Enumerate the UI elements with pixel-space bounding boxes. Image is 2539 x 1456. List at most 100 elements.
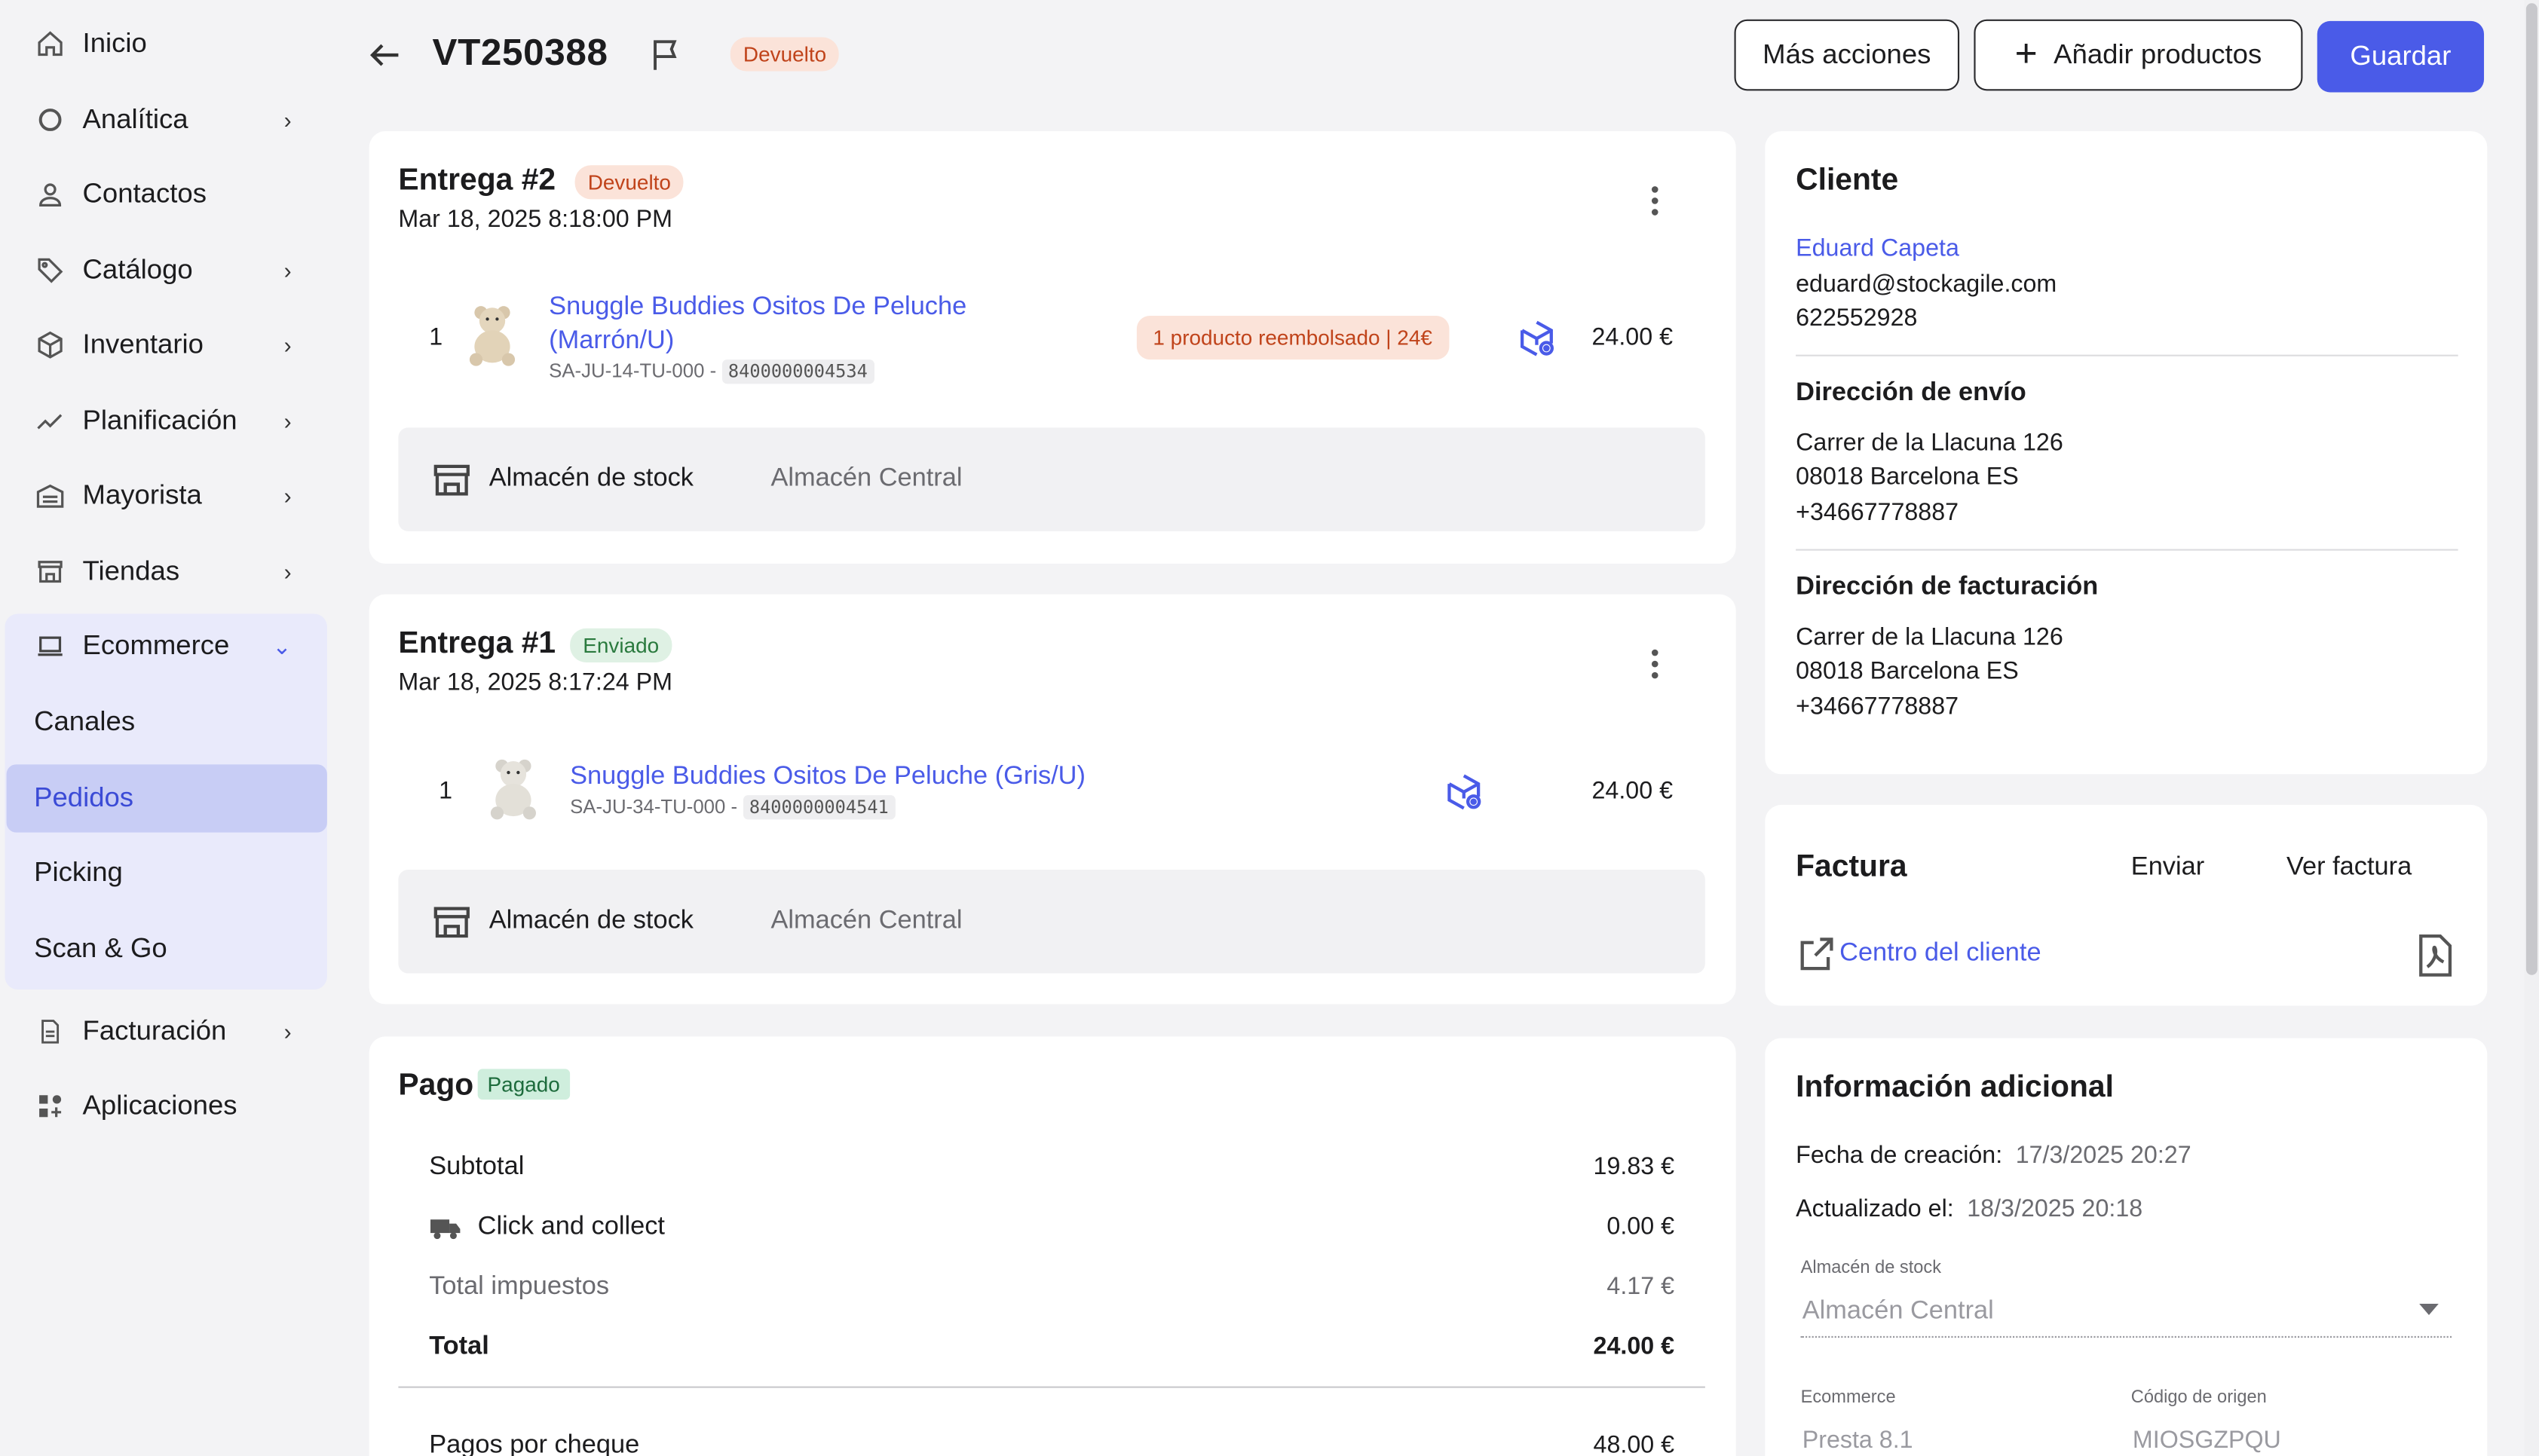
product-sku: SA-JU-14-TU-000 - 8400000004534 (549, 359, 874, 384)
laptop-icon (34, 630, 66, 662)
sidebar-item-catalogo[interactable]: Catálogo › (7, 237, 327, 304)
sidebar-item-contactos[interactable]: Contactos (7, 161, 327, 228)
sidebar-item-label: Inicio (82, 27, 147, 59)
client-title: Cliente (1796, 164, 1899, 198)
invoice-title: Factura (1796, 850, 1907, 885)
shipping-label-group: Click and collect (429, 1213, 665, 1243)
pdf-icon[interactable] (2418, 934, 2453, 977)
product-link[interactable]: Snuggle Buddies Ositos De Peluche (Gris/… (570, 760, 1086, 794)
chevron-right-icon: › (283, 257, 292, 284)
total-row: Total 24.00 € (429, 1333, 1674, 1363)
client-email: eduard@stockagile.com (1796, 270, 2057, 298)
delivery-status-badge: Devuelto (574, 165, 685, 200)
sidebar-item-facturacion[interactable]: Facturación › (7, 998, 327, 1066)
chevron-right-icon: › (283, 482, 292, 509)
store-icon (34, 555, 66, 588)
sidebar-subitem-picking[interactable]: Picking (7, 839, 327, 907)
stock-select[interactable]: Almacén Central (1802, 1297, 1994, 1326)
scrollbar-thumb[interactable] (2525, 3, 2537, 975)
sidebar-item-label: Aplicaciones (82, 1090, 237, 1121)
sidebar-subitem-scan-go[interactable]: Scan & Go (7, 915, 327, 983)
package-tracking-icon[interactable] (1518, 319, 1557, 358)
shipping-address-line: 08018 Barcelona ES (1796, 463, 2019, 491)
more-actions-button[interactable]: Más acciones (1734, 19, 1960, 91)
item-quantity: 1 (439, 777, 453, 806)
sidebar-item-label: Contactos (82, 178, 207, 210)
customer-center-link[interactable]: Centro del cliente (1797, 934, 2041, 974)
sidebar-item-ecommerce[interactable]: Ecommerce ⌄ (7, 612, 327, 680)
customer-center-label: Centro del cliente (1839, 939, 2041, 967)
payment-title: Pago (398, 1069, 474, 1103)
product-name-line1: Snuggle Buddies Ositos De Peluche (549, 292, 967, 321)
sidebar-item-tiendas[interactable]: Tiendas › (7, 537, 327, 605)
sidebar-item-label: Catálogo (82, 254, 193, 286)
divider (1796, 549, 2458, 551)
view-invoice-button[interactable]: Ver factura (2286, 854, 2412, 883)
billing-address-line: +34667778887 (1796, 693, 1959, 721)
client-name-link[interactable]: Eduard Capeta (1796, 235, 1959, 263)
shipping-value: 0.00 € (1606, 1213, 1675, 1241)
sidebar-subitem-canales[interactable]: Canales (7, 688, 327, 756)
product-name-line2: (Marrón/U) (549, 327, 675, 355)
add-products-button[interactable]: + Añadir productos (1974, 19, 2303, 91)
sidebar-item-mayorista[interactable]: Mayorista › (7, 461, 327, 529)
ean-code: 8400000004534 (721, 359, 874, 384)
ecommerce-field-label: Ecommerce (1800, 1387, 1896, 1408)
store-icon (433, 464, 470, 496)
add-products-label: Añadir productos (2054, 38, 2262, 70)
warehouse-icon (34, 479, 66, 512)
flag-icon[interactable] (648, 35, 683, 75)
dropdown-arrow-icon[interactable] (2419, 1303, 2439, 1317)
chevron-right-icon: › (283, 408, 292, 434)
tag-icon (34, 254, 66, 286)
sidebar-item-aplicaciones[interactable]: Aplicaciones (7, 1072, 327, 1140)
order-status-badge: Devuelto (730, 37, 840, 72)
tax-row: Total impuestos 4.17 € (429, 1273, 1674, 1302)
kebab-menu-icon[interactable] (1650, 649, 1660, 685)
teddy-bear-thumbnail (477, 751, 550, 823)
chevron-right-icon: › (283, 1018, 292, 1045)
chart-pie-icon (34, 104, 66, 136)
sidebar-item-label: Analítica (82, 103, 188, 135)
sku-code: SA-JU-14-TU-000 - (549, 359, 722, 383)
subtotal-value: 19.83 € (1593, 1153, 1675, 1181)
scrollbar[interactable] (2524, 0, 2539, 1456)
sidebar-subitem-pedidos[interactable]: Pedidos (6, 764, 327, 833)
plus-icon: + (2014, 32, 2038, 77)
cheque-label: Pagos por cheque (429, 1431, 640, 1456)
chevron-right-icon: › (283, 106, 292, 133)
total-label: Total (429, 1332, 489, 1361)
save-button[interactable]: Guardar (2317, 20, 2485, 93)
origin-field-label: Código de origen (2130, 1387, 2267, 1408)
sidebar-item-inventario[interactable]: Inventario › (7, 311, 327, 379)
item-quantity: 1 (429, 323, 443, 352)
billing-address-line: Carrer de la Llacuna 126 (1796, 623, 2063, 651)
refund-badge: 1 producto reembolsado | 24€ (1136, 316, 1449, 360)
payment-status-badge: Pagado (477, 1069, 570, 1100)
external-link-icon (1800, 938, 1833, 971)
sidebar-item-analitica[interactable]: Analítica › (7, 86, 327, 154)
sidebar-item-inicio[interactable]: Inicio (7, 10, 327, 78)
ecommerce-value: Presta 8.1 (1802, 1427, 1913, 1454)
apps-icon (34, 1090, 66, 1122)
warehouse-label: Almacén de stock (489, 464, 694, 493)
sidebar-item-label: Inventario (82, 329, 204, 360)
shipping-address-line: Carrer de la Llacuna 126 (1796, 429, 2063, 457)
cheque-value: 48.00 € (1593, 1431, 1675, 1456)
chevron-down-icon: ⌄ (272, 632, 292, 659)
trend-icon (34, 405, 66, 437)
box-icon (34, 329, 66, 361)
sidebar-item-label: Mayorista (82, 479, 202, 510)
delivery-date: Mar 18, 2025 8:17:24 PM (398, 668, 673, 697)
warehouse-value: Almacén Central (770, 464, 963, 493)
item-price: 24.00 € (1591, 777, 1673, 806)
product-sku: SA-JU-34-TU-000 - 8400000004541 (570, 795, 896, 820)
sidebar-item-planificacion[interactable]: Planificación › (7, 387, 327, 455)
back-arrow-icon[interactable] (366, 35, 405, 75)
product-link[interactable]: Snuggle Buddies Ositos De Peluche (Marró… (549, 290, 966, 358)
sidebar-item-label: Facturación (82, 1015, 227, 1047)
shipping-address-title: Dirección de envío (1796, 378, 2026, 407)
kebab-menu-icon[interactable] (1650, 186, 1660, 222)
send-invoice-button[interactable]: Enviar (2131, 854, 2204, 883)
package-tracking-icon[interactable] (1444, 772, 1484, 812)
